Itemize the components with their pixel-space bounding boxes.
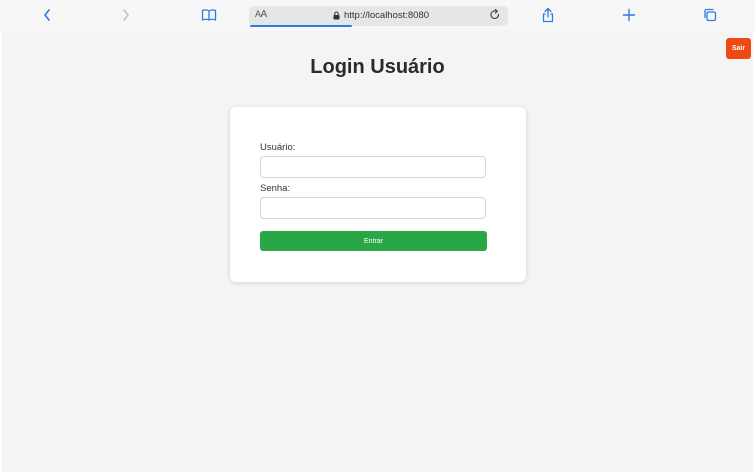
share-button[interactable] [536,4,560,26]
page-load-progress [250,25,352,27]
reload-button[interactable] [488,8,502,22]
page-title: Login Usuário [310,56,445,78]
url-text: http://localhost:8080 [344,10,430,21]
new-tab-icon [622,8,636,22]
username-label: Usuário: [260,142,296,153]
forward-button[interactable] [114,4,138,26]
page-content: Sair Login Usuário Usuário: Senha: Entra… [2,31,753,472]
password-label: Senha: [260,183,291,194]
reload-icon [490,8,500,20]
address-bar[interactable]: AA http://localhost:8080 [249,6,508,27]
password-field[interactable] [260,197,486,219]
back-icon [44,9,50,21]
tabs-button[interactable] [698,4,722,26]
lock-icon [333,11,340,20]
tabs-icon [704,8,717,22]
username-field[interactable] [260,156,486,178]
text-size-button[interactable]: AA [255,9,267,20]
back-button[interactable] [35,4,59,26]
bookmarks-button[interactable] [197,4,221,26]
share-icon [542,7,554,23]
new-tab-button[interactable] [617,4,641,26]
login-card: Usuário: Senha: Entrar [230,107,526,282]
login-submit-button[interactable]: Entrar [260,231,487,251]
bookmarks-icon [201,9,217,21]
forward-icon [123,9,129,21]
url-display: http://localhost:8080 [333,10,429,21]
browser-toolbar: AA http://localhost:8080 [0,0,755,31]
